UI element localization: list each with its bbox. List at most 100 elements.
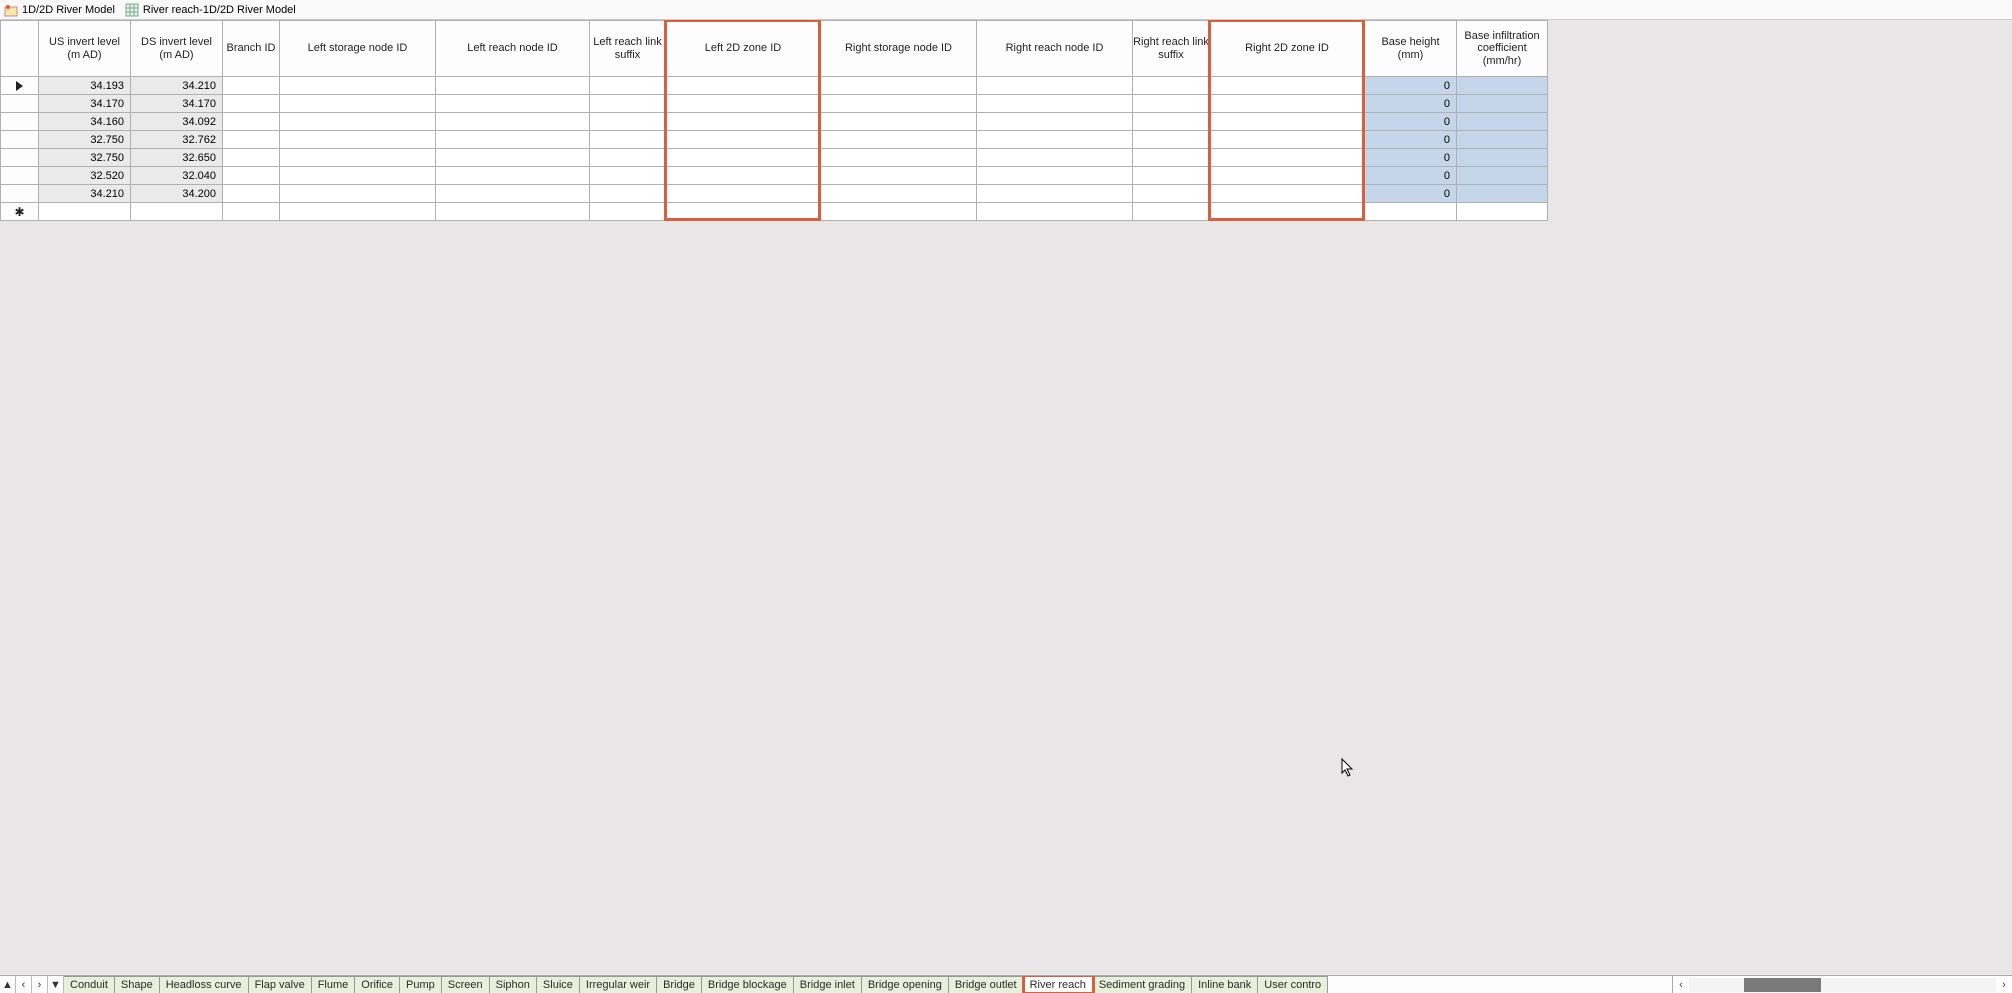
cell[interactable]: 32.520	[39, 167, 131, 185]
cell[interactable]	[1133, 167, 1210, 185]
cell[interactable]	[436, 113, 590, 131]
cell[interactable]	[223, 77, 280, 95]
cell[interactable]	[280, 131, 436, 149]
col-header[interactable]: Left reach link suffix	[590, 21, 666, 77]
cell[interactable]	[436, 77, 590, 95]
cell[interactable]	[1210, 149, 1365, 167]
cell[interactable]	[223, 185, 280, 203]
cell[interactable]	[666, 113, 821, 131]
cell[interactable]	[1457, 131, 1548, 149]
cell[interactable]: 0	[1365, 95, 1457, 113]
cell[interactable]	[666, 203, 821, 221]
cell[interactable]	[821, 185, 977, 203]
cell[interactable]	[977, 185, 1133, 203]
cell[interactable]	[1210, 185, 1365, 203]
cell[interactable]	[590, 149, 666, 167]
tab-bridge-blockage[interactable]: Bridge blockage	[702, 976, 794, 993]
cell[interactable]	[280, 113, 436, 131]
tab-nav-down[interactable]: ▼	[48, 976, 64, 993]
tab-headloss-curve[interactable]: Headloss curve	[160, 976, 249, 993]
cell[interactable]	[280, 185, 436, 203]
tab-nav-up[interactable]: ▲	[0, 976, 16, 993]
cell[interactable]	[1133, 131, 1210, 149]
cell[interactable]	[590, 185, 666, 203]
cell[interactable]: 34.210	[131, 77, 223, 95]
tab-flap-valve[interactable]: Flap valve	[249, 976, 312, 993]
cell[interactable]: 0	[1365, 113, 1457, 131]
cell[interactable]	[1133, 113, 1210, 131]
cell[interactable]	[1457, 149, 1548, 167]
cell[interactable]	[590, 131, 666, 149]
cell[interactable]	[1457, 167, 1548, 185]
cell[interactable]	[280, 167, 436, 185]
data-grid[interactable]: US invert level (m AD)DS invert level (m…	[0, 20, 1548, 221]
col-header[interactable]: Right storage node ID	[821, 21, 977, 77]
cell[interactable]: 32.650	[131, 149, 223, 167]
cell[interactable]	[666, 167, 821, 185]
col-header[interactable]: Left reach node ID	[436, 21, 590, 77]
cell[interactable]	[977, 167, 1133, 185]
tab-nav-left[interactable]: ‹	[16, 976, 32, 993]
cell[interactable]	[1210, 167, 1365, 185]
cell[interactable]	[280, 95, 436, 113]
scroll-thumb[interactable]	[1744, 978, 1821, 992]
row-header[interactable]	[1, 167, 39, 185]
col-header[interactable]: Base infiltration coefficient (mm/hr)	[1457, 21, 1548, 77]
grid-area[interactable]: US invert level (m AD)DS invert level (m…	[0, 20, 2012, 975]
scroll-track[interactable]	[1689, 978, 1996, 992]
cell[interactable]	[977, 131, 1133, 149]
scroll-left-button[interactable]: ‹	[1673, 979, 1689, 991]
cell[interactable]	[223, 131, 280, 149]
table-row[interactable]: 32.52032.0400	[1, 167, 1548, 185]
cell[interactable]	[1210, 95, 1365, 113]
cell[interactable]: 34.170	[39, 95, 131, 113]
cell[interactable]: 34.193	[39, 77, 131, 95]
table-row[interactable]: 32.75032.7620	[1, 131, 1548, 149]
cell[interactable]	[1457, 77, 1548, 95]
cell[interactable]: 0	[1365, 131, 1457, 149]
cell[interactable]	[590, 167, 666, 185]
cell[interactable]	[436, 203, 590, 221]
cell[interactable]	[590, 95, 666, 113]
cell[interactable]: 34.092	[131, 113, 223, 131]
tab-conduit[interactable]: Conduit	[64, 976, 115, 993]
cell[interactable]	[280, 203, 436, 221]
cell[interactable]	[223, 167, 280, 185]
cell[interactable]: 34.210	[39, 185, 131, 203]
cell[interactable]	[821, 113, 977, 131]
cell[interactable]: 34.200	[131, 185, 223, 203]
cell[interactable]	[436, 149, 590, 167]
row-header[interactable]	[1, 77, 39, 95]
tab-bridge-inlet[interactable]: Bridge inlet	[794, 976, 862, 993]
cell[interactable]	[39, 203, 131, 221]
cell[interactable]	[1210, 131, 1365, 149]
tab-bridge-opening[interactable]: Bridge opening	[862, 976, 949, 993]
cell[interactable]	[223, 95, 280, 113]
cell[interactable]	[590, 113, 666, 131]
cell[interactable]	[666, 77, 821, 95]
row-header[interactable]	[1, 95, 39, 113]
col-header[interactable]: Left 2D zone ID	[666, 21, 821, 77]
cell[interactable]: 0	[1365, 185, 1457, 203]
table-row[interactable]: 32.75032.6500	[1, 149, 1548, 167]
cell[interactable]: 32.040	[131, 167, 223, 185]
cell[interactable]	[131, 203, 223, 221]
cell[interactable]	[977, 113, 1133, 131]
cell[interactable]	[280, 149, 436, 167]
cell[interactable]	[590, 77, 666, 95]
cell[interactable]	[223, 203, 280, 221]
tab-bridge-outlet[interactable]: Bridge outlet	[949, 976, 1024, 993]
table-row[interactable]: 34.21034.200 0	[1, 185, 1548, 203]
cell[interactable]	[590, 203, 666, 221]
cell[interactable]	[223, 113, 280, 131]
tab-sluice[interactable]: Sluice	[537, 976, 580, 993]
cell[interactable]	[1457, 203, 1548, 221]
tab-siphon[interactable]: Siphon	[490, 976, 537, 993]
tab-bridge[interactable]: Bridge	[657, 976, 702, 993]
table-row[interactable]: ✱	[1, 203, 1548, 221]
row-header[interactable]	[1, 185, 39, 203]
cell[interactable]	[1133, 185, 1210, 203]
tab-inline-bank[interactable]: Inline bank	[1192, 976, 1258, 993]
sheet-tabs[interactable]: ConduitShapeHeadloss curveFlap valveFlum…	[64, 976, 1672, 993]
row-header[interactable]	[1, 149, 39, 167]
